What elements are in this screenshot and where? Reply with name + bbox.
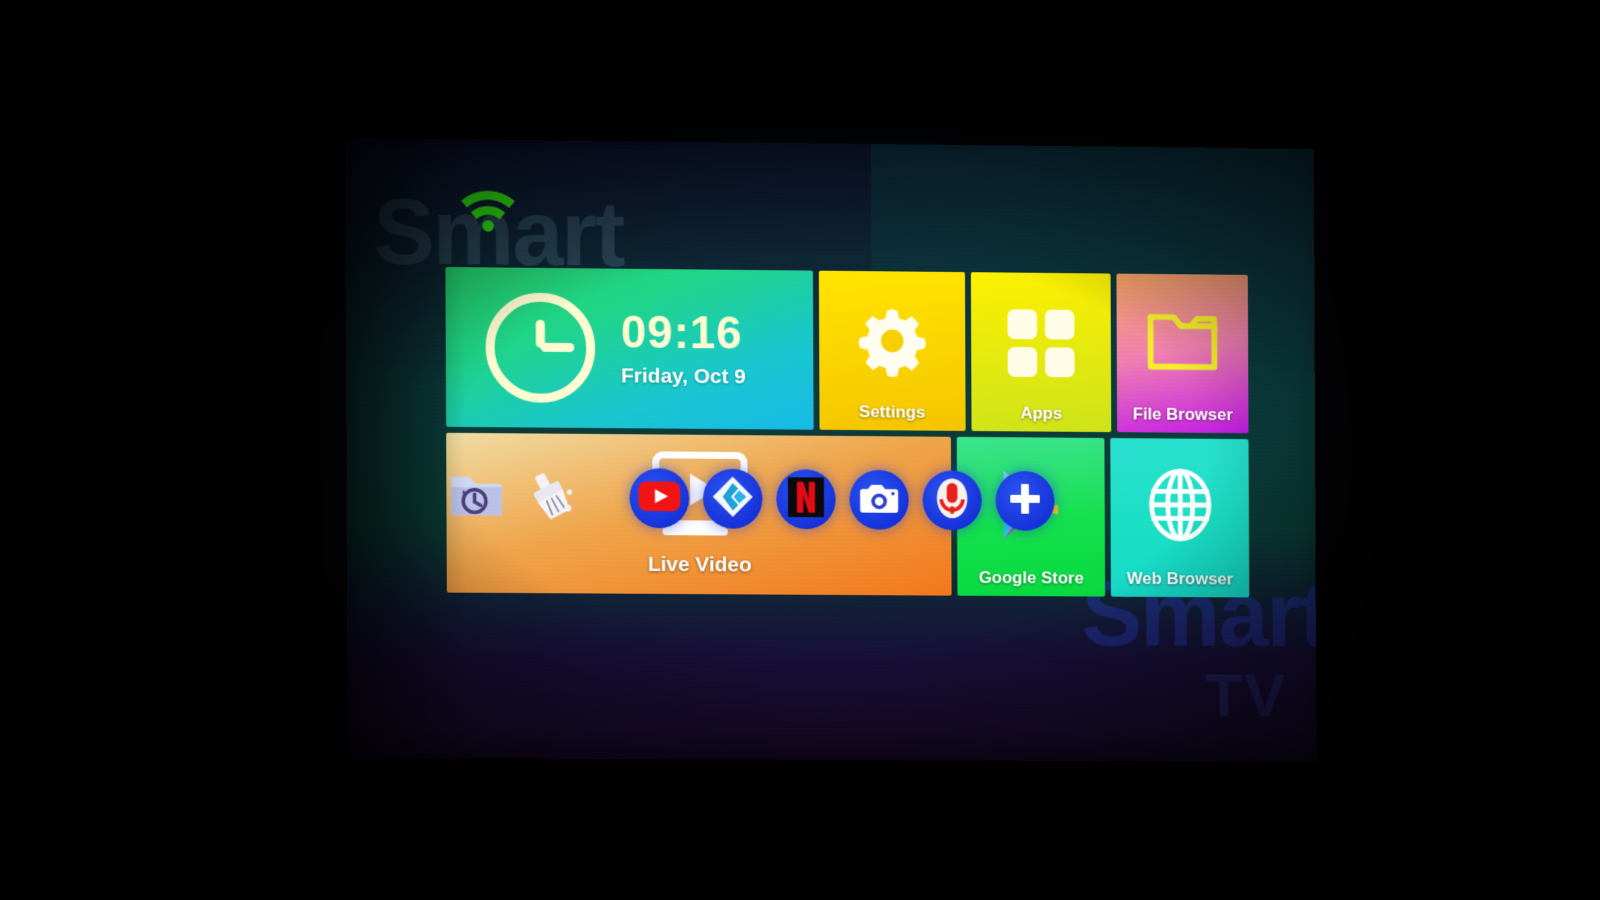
tile-web-browser[interactable]: Web Browser [1110, 438, 1250, 598]
microphone-icon [932, 476, 972, 525]
app-dock [446, 467, 1055, 531]
dock-item-kodi[interactable] [702, 468, 763, 529]
photo-of-tv-screen: Smart Smart TV 09:16 Friday, Oct 9 Setti… [0, 0, 1600, 900]
youtube-icon [638, 480, 681, 516]
tile-file-browser[interactable]: File Browser [1116, 273, 1249, 434]
folder-icon [1146, 309, 1219, 376]
tile-settings-label: Settings [859, 402, 926, 422]
dock-item-voice[interactable] [922, 470, 982, 531]
room-darkness-top [0, 0, 1600, 150]
tile-file-browser-label: File Browser [1132, 404, 1233, 425]
plus-icon [1007, 480, 1043, 521]
kodi-icon [711, 474, 755, 523]
tile-google-store-label: Google Store [978, 568, 1084, 588]
wifi-icon [457, 187, 519, 236]
tile-web-browser-label: Web Browser [1126, 568, 1234, 589]
grid-apps-icon [1007, 309, 1075, 378]
clock-icon [485, 292, 596, 404]
tile-grid: 09:16 Friday, Oct 9 Settings Apps File B… [445, 266, 1250, 598]
netflix-icon [787, 476, 825, 522]
tile-clock-widget[interactable]: 09:16 Friday, Oct 9 [445, 266, 814, 430]
clock-time: 09:16 [620, 305, 743, 359]
globe-icon [1146, 467, 1213, 548]
tile-row-1: 09:16 Friday, Oct 9 Settings Apps File B… [445, 266, 1249, 434]
dock-item-cleaner[interactable] [520, 467, 580, 527]
watermark-tv-bottom: TV [1205, 661, 1287, 731]
dock-item-camera[interactable] [849, 469, 909, 530]
panel-left-shadow [345, 138, 468, 759]
tile-settings[interactable]: Settings [818, 270, 966, 431]
clock-date: Friday, Oct 9 [621, 364, 746, 389]
clock-text-group: 09:16 Friday, Oct 9 [620, 305, 746, 390]
tile-apps[interactable]: Apps [970, 272, 1112, 433]
room-darkness-left [0, 0, 360, 900]
dock-item-add[interactable] [995, 470, 1055, 531]
tile-apps-label: Apps [1020, 403, 1063, 423]
tv-screen-panel: Smart Smart TV 09:16 Friday, Oct 9 Setti… [345, 138, 1317, 762]
tile-live-video-label: Live Video [647, 552, 752, 577]
gear-icon [854, 302, 929, 383]
dock-item-netflix[interactable] [776, 469, 836, 530]
room-darkness-right [1300, 0, 1600, 900]
camera-icon [858, 480, 900, 519]
broom-clean-icon [523, 470, 577, 525]
dock-item-youtube[interactable] [629, 468, 690, 529]
